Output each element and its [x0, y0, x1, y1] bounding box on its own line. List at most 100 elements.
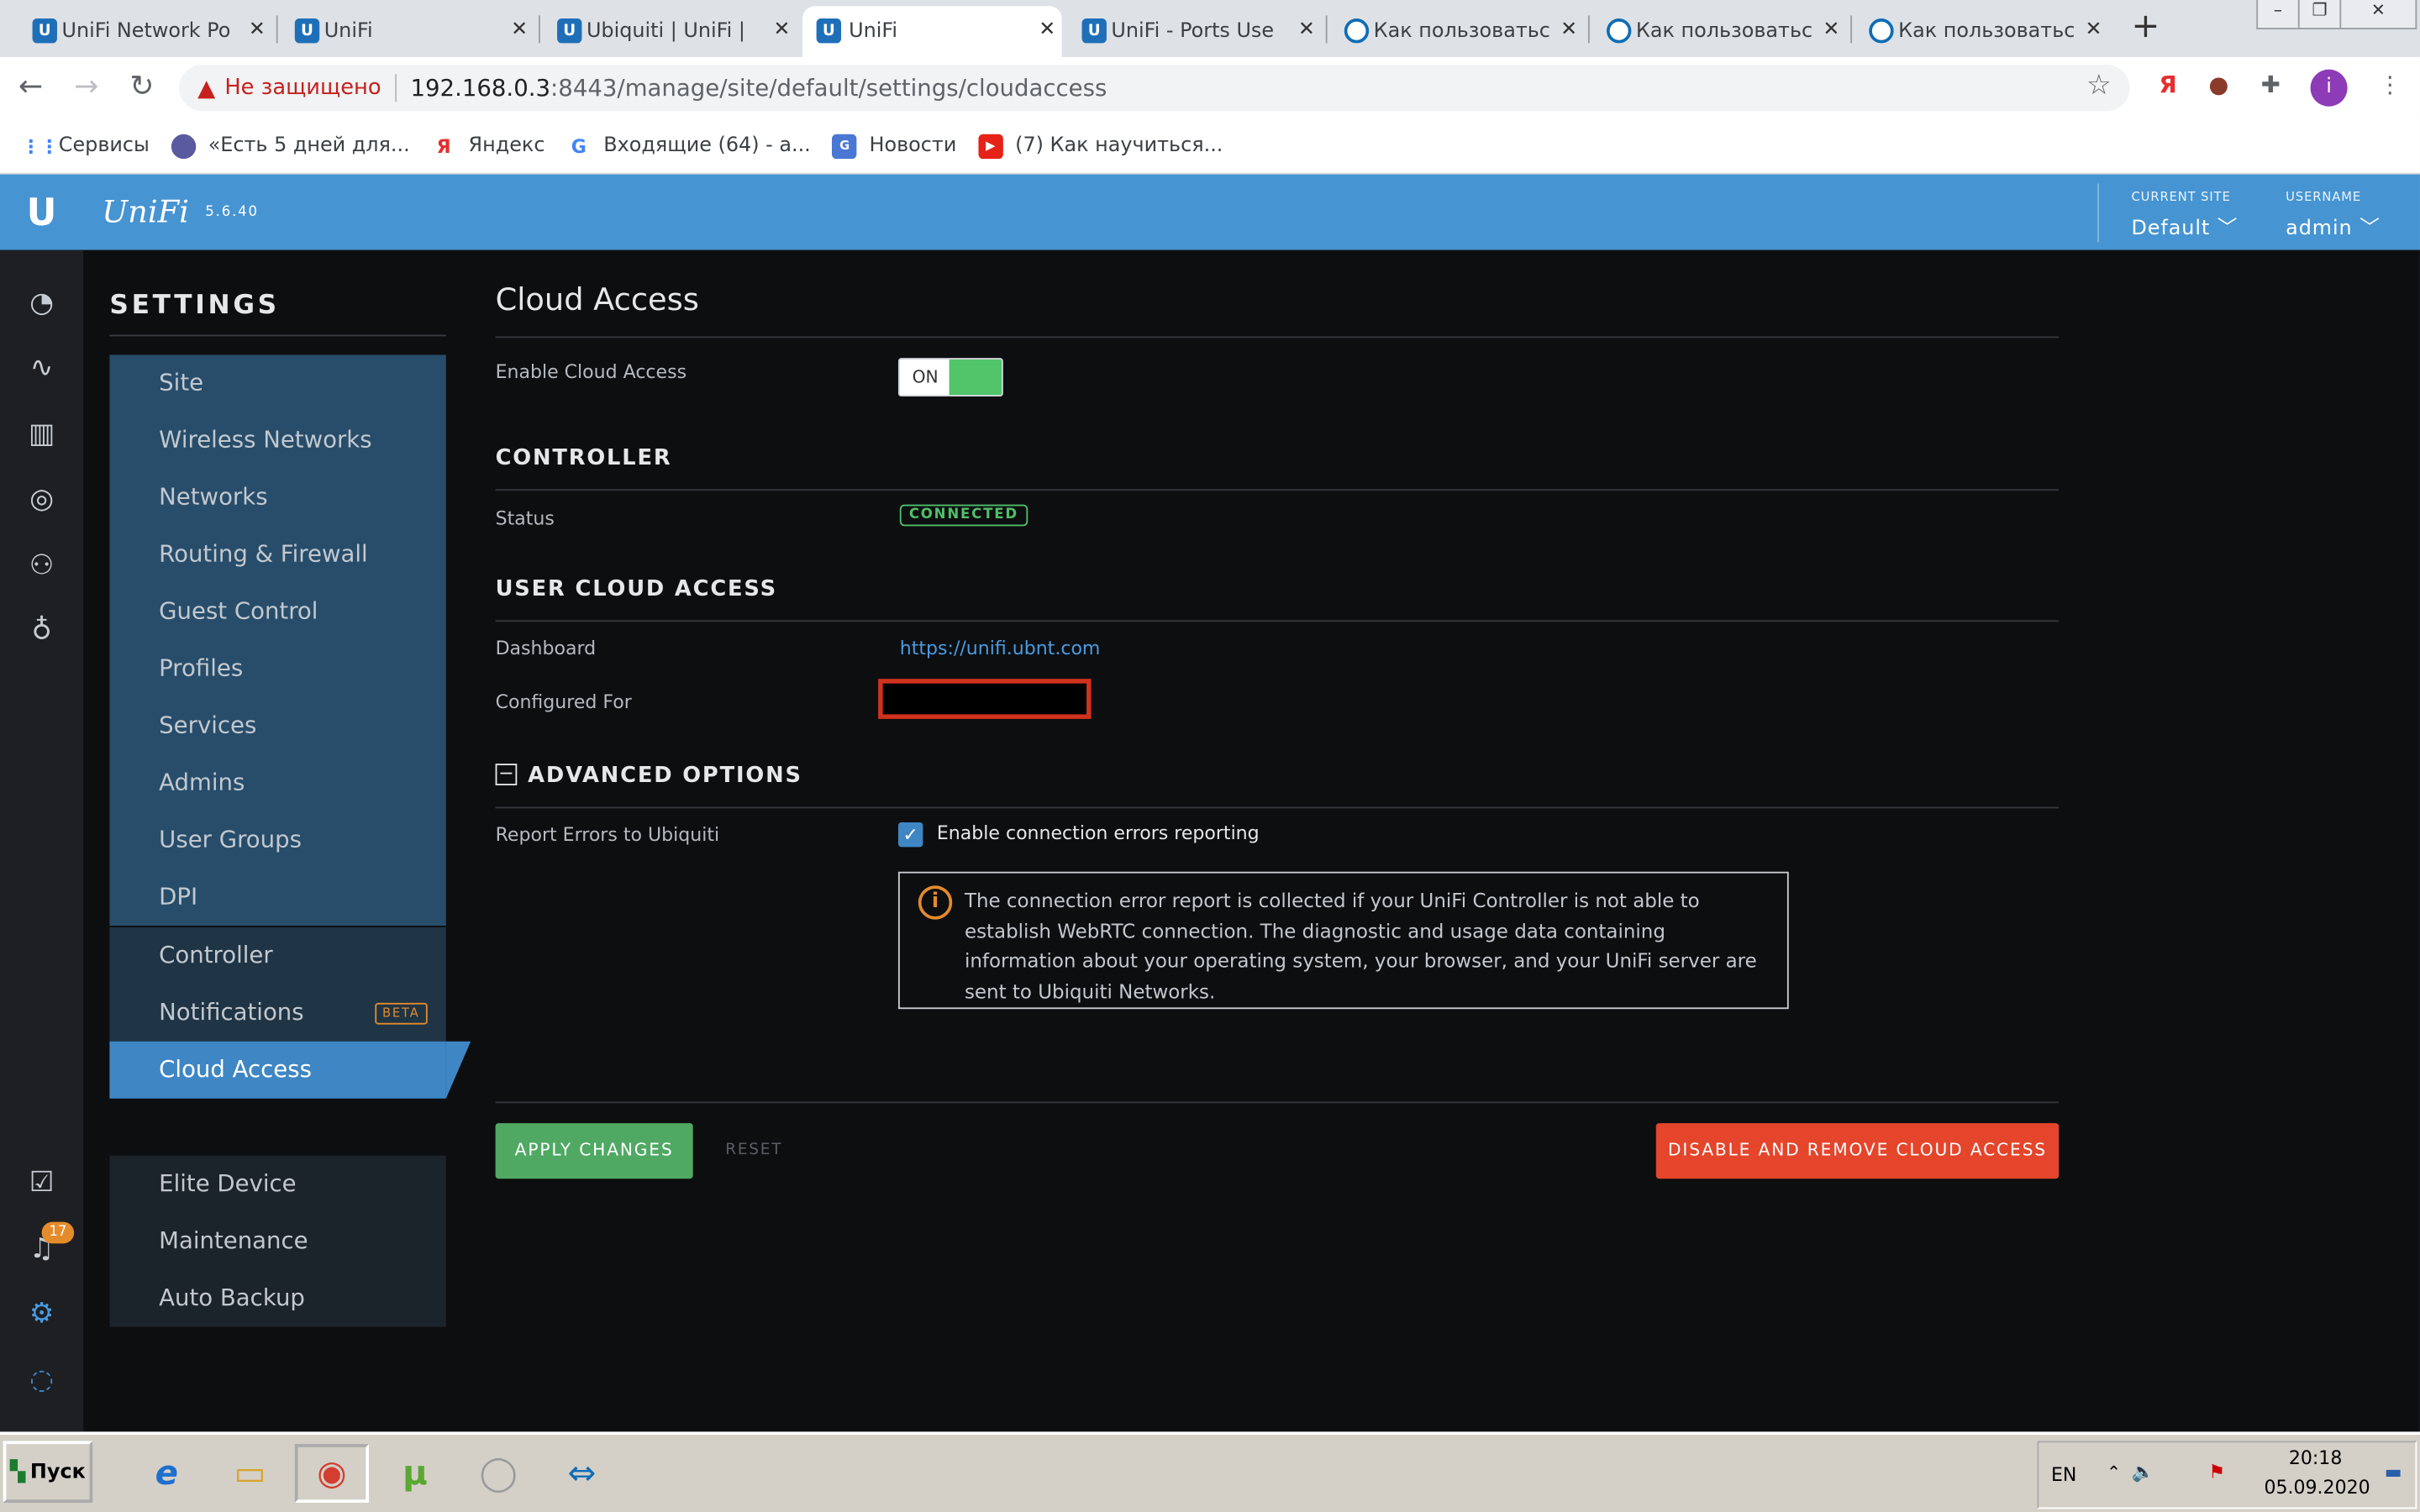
back-icon[interactable]: ← — [18, 70, 43, 103]
close-icon[interactable]: ✕ — [511, 18, 528, 42]
disc-icon[interactable]: ◯ — [461, 1444, 535, 1503]
sidebar-item-routing-firewall[interactable]: Routing & Firewall — [109, 526, 445, 583]
sidebar-item-dpi[interactable]: DPI — [109, 869, 445, 926]
browser-tab-8[interactable]: Как пользоватьс ✕ — [1865, 6, 2108, 57]
bookmarks-bar: ⋮⋮ Сервисы «Есть 5 дней для... Я Яндекс GВ… — [0, 118, 2420, 175]
reload-icon[interactable]: ↻ — [129, 70, 154, 103]
apply-changes-button[interactable]: APPLY CHANGES — [495, 1123, 693, 1179]
teamviewer-icon[interactable]: ⇔ — [544, 1444, 618, 1503]
volume-icon[interactable]: 🔈 — [2131, 1461, 2154, 1483]
current-site-value: Default — [2131, 217, 2211, 241]
chrome-icon[interactable]: ◉ — [294, 1444, 369, 1503]
notification-badge: 17 — [41, 1221, 75, 1244]
close-icon[interactable]: ✕ — [773, 18, 790, 42]
sidebar-item-wireless-networks[interactable]: Wireless Networks — [109, 412, 445, 469]
bookmark-news[interactable]: G Новости — [832, 133, 956, 159]
profile-avatar[interactable]: i — [2310, 69, 2348, 107]
bookmark-star-icon[interactable]: ☆ — [2086, 70, 2112, 102]
devices-icon[interactable]: ◎ — [24, 483, 58, 517]
bookmark-services[interactable]: ⋮⋮ Сервисы — [22, 134, 150, 158]
sidebar-item-profiles[interactable]: Profiles — [109, 640, 445, 697]
restore-button[interactable]: ❐ — [2297, 0, 2342, 29]
statistics-icon[interactable]: ∿ — [24, 352, 58, 386]
sidebar-item-controller[interactable]: Controller — [109, 927, 445, 984]
internet-explorer-icon[interactable]: e — [129, 1444, 203, 1503]
menu-dots-icon[interactable]: ⋮ — [2378, 71, 2402, 98]
yandex-extension-icon[interactable]: Я — [2160, 71, 2177, 98]
report-errors-checkbox[interactable]: ✓ — [897, 822, 923, 848]
browser-tab-active[interactable]: U UniFi ✕ — [802, 6, 1062, 57]
sidebar-item-cloud-access[interactable]: Cloud Access — [109, 1041, 471, 1099]
url-host: 192.168.0.3 — [410, 74, 551, 102]
close-icon[interactable]: ✕ — [1298, 18, 1315, 42]
utorrent-icon[interactable]: µ — [378, 1444, 452, 1503]
show-desktop-icon[interactable]: ▬ — [2385, 1461, 2402, 1483]
browser-tab-3[interactable]: U Ubiquiti | UniFi | ✕ — [553, 6, 797, 57]
app-name: UniFi — [102, 192, 189, 230]
minimize-button[interactable]: – — [2256, 0, 2300, 29]
clock-date[interactable]: 05.09.2020 — [2264, 1477, 2370, 1499]
language-indicator[interactable]: EN — [2051, 1464, 2076, 1486]
alerts-check-icon[interactable]: ☑ — [24, 1167, 58, 1200]
windows-taskbar: ▚ Пуск e ▭ ◉ µ ◯ ⇔ EN ⌃ 🔈 ⚑ 20:18 05.09.2… — [0, 1431, 2420, 1512]
folder-icon[interactable]: ▭ — [213, 1444, 287, 1503]
disable-cloud-access-button[interactable]: DISABLE AND REMOVE CLOUD ACCESS — [1655, 1123, 2060, 1179]
window-close-button[interactable]: ✕ — [2339, 0, 2417, 29]
report-errors-checkbox-label[interactable]: Enable connection errors reporting — [937, 822, 1260, 844]
current-site-select[interactable]: Default ﹀ — [2131, 212, 2238, 241]
browser-tab-2[interactable]: U UniFi ✕ — [290, 6, 534, 57]
bookmark-yandex[interactable]: Я Яндекс — [431, 134, 545, 158]
settings-menu-group: Elite Device Maintenance Auto Backup — [109, 1155, 446, 1327]
browser-tab-7[interactable]: Как пользоватьс ✕ — [1602, 6, 1845, 57]
network-error-icon[interactable]: ⚑ — [2208, 1461, 2225, 1483]
sidebar-item-user-groups[interactable]: User Groups — [109, 811, 445, 869]
spy-extension-icon[interactable]: ● — [2208, 71, 2228, 98]
collapse-icon[interactable]: − — [495, 764, 518, 785]
new-tab-button[interactable]: + — [2131, 8, 2160, 46]
sidebar-item-services[interactable]: Services — [109, 697, 445, 754]
tray-expand-icon[interactable]: ⌃ — [2107, 1462, 2121, 1483]
sidebar-item-auto-backup[interactable]: Auto Backup — [109, 1270, 445, 1327]
browser-tab-1[interactable]: U UniFi Network Po ✕ — [28, 6, 271, 57]
close-icon[interactable]: ✕ — [249, 18, 266, 42]
tab-title: UniFi - Ports Use — [1111, 19, 1275, 44]
forward-icon[interactable]: → — [74, 70, 98, 103]
unifi-icon: U — [294, 18, 320, 44]
sidebar-item-guest-control[interactable]: Guest Control — [109, 583, 445, 640]
close-icon[interactable]: ✕ — [1039, 18, 1055, 42]
section-heading-advanced-options[interactable]: ADVANCED OPTIONS — [528, 764, 802, 788]
start-button[interactable]: ▚ Пуск — [3, 1441, 93, 1503]
sidebar-item-admins[interactable]: Admins — [109, 754, 445, 811]
browser-tab-5[interactable]: U UniFi - Ports Use ✕ — [1077, 6, 1321, 57]
ubiquiti-logo-icon[interactable]: U — [0, 175, 83, 250]
settings-gear-icon[interactable]: ⚙ — [24, 1298, 58, 1331]
map-icon[interactable]: ▥ — [24, 418, 58, 452]
unifi-icon: U — [32, 18, 57, 44]
sidebar-item-networks[interactable]: Networks — [109, 469, 445, 526]
info-box: i The connection error report is collect… — [897, 871, 1789, 1010]
sidebar-item-notifications[interactable]: Notifications BETA — [109, 984, 445, 1042]
dashboard-link[interactable]: https://unifi.ubnt.com — [900, 638, 1101, 659]
sidebar-item-elite-device[interactable]: Elite Device — [109, 1156, 445, 1213]
browser-tab-6[interactable]: Как пользоватьс ✕ — [1339, 6, 1583, 57]
bookmark-gmail[interactable]: G Входящие (64) - a... — [566, 134, 811, 158]
address-bar[interactable]: ▲ Не защищено 192.168.0.3:8443/manage/si… — [179, 65, 2130, 112]
sidebar-item-site[interactable]: Site — [109, 354, 445, 412]
username-select[interactable]: admin ﹀ — [2286, 212, 2381, 241]
reset-button[interactable]: RESET — [725, 1142, 782, 1158]
left-nav: ◔ ∿ ▥ ◎ ⚇ ♁ ☑ ♫ 17 ⚙ ◌ — [0, 249, 84, 1432]
bookmark-youtube[interactable]: ▶ (7) Как научиться... — [978, 133, 1223, 159]
insights-icon[interactable]: ♁ — [24, 614, 58, 648]
sidebar-item-maintenance[interactable]: Maintenance — [109, 1213, 445, 1270]
puzzle-icon[interactable]: ✚ — [2261, 71, 2281, 98]
bookmark-item[interactable]: «Есть 5 дней для... — [171, 133, 410, 159]
clients-icon[interactable]: ⚇ — [24, 549, 58, 583]
close-icon[interactable]: ✕ — [2086, 18, 2102, 42]
dashboard-icon[interactable]: ◔ — [24, 287, 58, 321]
cloud-access-toggle[interactable]: ON — [897, 358, 1003, 397]
clock-time[interactable]: 20:18 — [2289, 1447, 2343, 1469]
close-icon[interactable]: ✕ — [1560, 18, 1577, 42]
close-icon[interactable]: ✕ — [1823, 18, 1839, 42]
unifi-header: U UniFi 5.6.40 CURRENT SITE Default ﹀ US… — [0, 174, 2420, 250]
security-label[interactable]: Не защищено — [224, 76, 381, 100]
